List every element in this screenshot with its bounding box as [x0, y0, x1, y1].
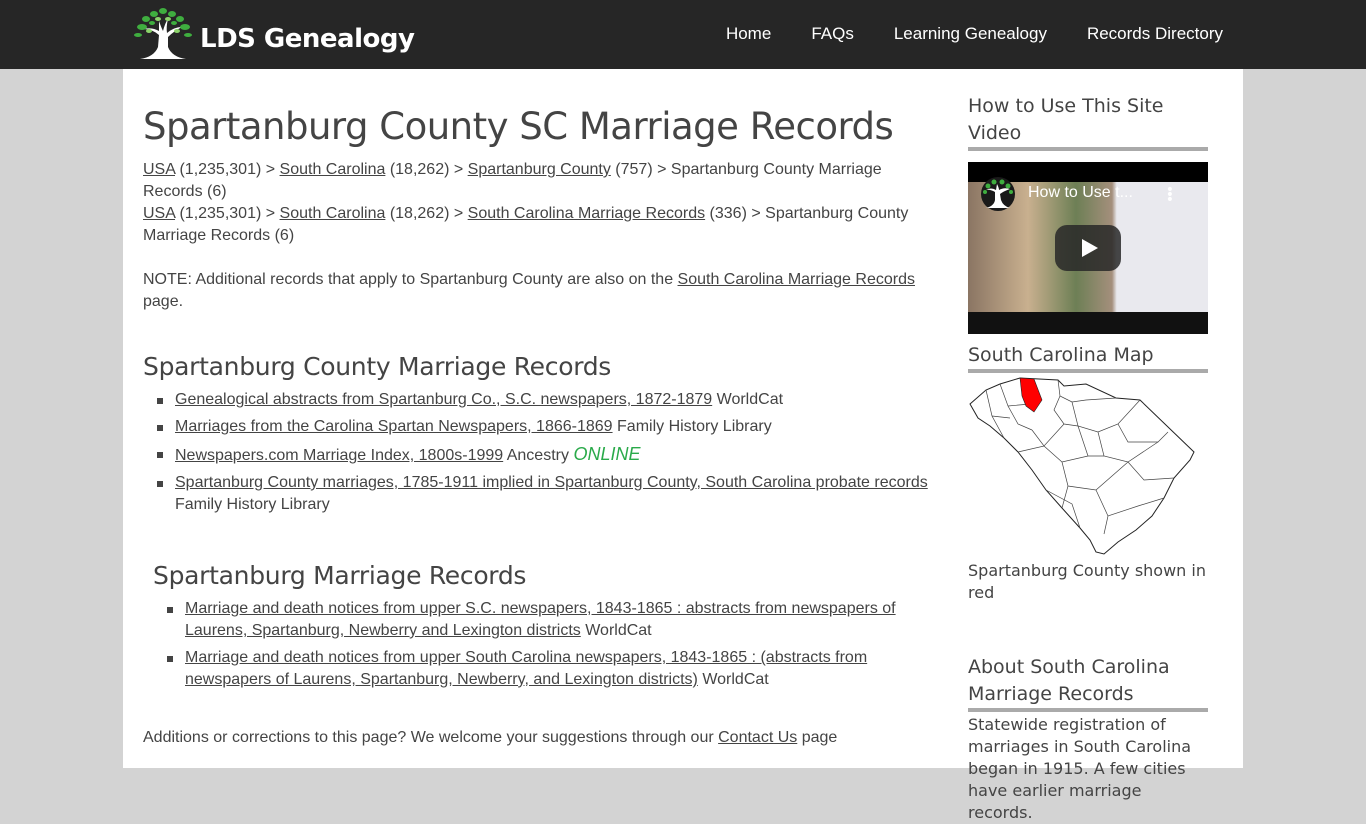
south-carolina-map: [969, 377, 1195, 555]
logo-text: LDS Genealogy: [200, 24, 415, 54]
list-item: Marriages from the Carolina Spartan News…: [143, 416, 943, 438]
note-suffix: page.: [143, 293, 184, 310]
map-caption: Spartanburg County shown in red: [968, 561, 1206, 602]
breadcrumb-link-usa[interactable]: USA: [143, 205, 175, 222]
online-badge: ONLINE: [573, 444, 641, 464]
record-source: Family History Library: [617, 418, 772, 435]
list-item: Newspapers.com Marriage Index, 1800s-199…: [143, 443, 943, 467]
state-outline: [969, 377, 1195, 555]
breadcrumb-link-usa[interactable]: USA: [143, 161, 175, 178]
record-source: WorldCat: [585, 622, 652, 639]
county-records-section: Spartanburg County Marriage Records Gene…: [143, 351, 943, 516]
record-source: WorldCat: [716, 391, 784, 408]
more-options-icon[interactable]: • • •: [1166, 183, 1174, 207]
list-item: Marriage and death notices from upper S.…: [153, 598, 943, 642]
breadcrumb-count: (18,262) >: [385, 205, 468, 222]
breadcrumb-link-south-carolina[interactable]: South Carolina: [280, 161, 386, 178]
page-title: Spartanburg County SC Marriage Records: [143, 105, 894, 148]
record-link[interactable]: Marriages from the Carolina Spartan News…: [175, 418, 613, 435]
city-records-section: Spartanburg Marriage Records Marriage an…: [153, 560, 943, 691]
record-list: Genealogical abstracts from Spartanburg …: [143, 389, 943, 516]
record-source: Ancestry: [506, 447, 569, 464]
breadcrumb-count: (1,235,301) >: [175, 161, 280, 178]
record-source: Family History Library: [175, 496, 330, 513]
video-player[interactable]: How to Use t... • • •: [968, 162, 1208, 334]
contact-suffix: page: [797, 729, 838, 746]
record-link[interactable]: Spartanburg County marriages, 1785-1911 …: [175, 474, 928, 491]
record-source: WorldCat: [702, 671, 769, 688]
nav-records-directory[interactable]: Records Directory: [1087, 24, 1223, 44]
video-title: How to Use t...: [1028, 184, 1133, 201]
page-container: Spartanburg County SC Marriage Records U…: [123, 69, 1243, 822]
breadcrumb-line: USA (1,235,301) > South Carolina (18,262…: [143, 159, 943, 203]
list-item: Spartanburg County marriages, 1785-1911 …: [143, 472, 943, 516]
nav-learning-genealogy[interactable]: Learning Genealogy: [894, 24, 1047, 44]
nav-faqs[interactable]: FAQs: [811, 24, 854, 44]
record-link[interactable]: Marriage and death notices from upper S.…: [185, 600, 896, 639]
map-heading: South Carolina Map: [968, 342, 1208, 373]
list-item: Marriage and death notices from upper So…: [153, 647, 943, 691]
record-link[interactable]: Genealogical abstracts from Spartanburg …: [175, 391, 712, 408]
channel-tree-icon: [981, 177, 1015, 211]
tree-icon: [134, 8, 192, 59]
breadcrumb-link-sc-marriage-records[interactable]: South Carolina Marriage Records: [468, 205, 705, 222]
note-prefix: NOTE: Additional records that apply to S…: [143, 271, 678, 288]
about-heading: About South Carolina Marriage Records: [968, 654, 1208, 712]
breadcrumb-count: (18,262) >: [385, 161, 468, 178]
breadcrumb: USA (1,235,301) > South Carolina (18,262…: [143, 159, 943, 247]
breadcrumb-count: (1,235,301) >: [175, 205, 280, 222]
about-section: About South Carolina Marriage Records St…: [968, 654, 1208, 824]
contact-note: Additions or corrections to this page? W…: [143, 727, 943, 749]
video-heading: How to Use This Site Video: [968, 93, 1208, 151]
site-logo[interactable]: LDS Genealogy: [132, 7, 415, 61]
about-text: Statewide registration of marriages in S…: [968, 715, 1192, 822]
list-item: Genealogical abstracts from Spartanburg …: [143, 389, 943, 411]
nav-home[interactable]: Home: [726, 24, 771, 44]
main-nav: Home FAQs Learning Genealogy Records Dir…: [686, 24, 1223, 44]
site-header: LDS Genealogy Home FAQs Learning Genealo…: [0, 0, 1366, 69]
contact-us-link[interactable]: Contact Us: [718, 729, 797, 746]
record-link[interactable]: Newspapers.com Marriage Index, 1800s-199…: [175, 447, 503, 464]
note-link[interactable]: South Carolina Marriage Records: [678, 271, 915, 288]
sidebar: How to Use This Site Video How to Use t.…: [968, 69, 1208, 824]
breadcrumb-link-south-carolina[interactable]: South Carolina: [280, 205, 386, 222]
breadcrumb-link-spartanburg-county[interactable]: Spartanburg County: [468, 161, 611, 178]
section-heading: Spartanburg County Marriage Records: [143, 352, 612, 381]
contact-prefix: Additions or corrections to this page? W…: [143, 729, 719, 746]
section-heading: Spartanburg Marriage Records: [153, 561, 527, 590]
main-content: Spartanburg County SC Marriage Records U…: [143, 69, 943, 749]
record-list: Marriage and death notices from upper S.…: [153, 598, 943, 691]
breadcrumb-line: USA (1,235,301) > South Carolina (18,262…: [143, 203, 943, 247]
note-text: NOTE: Additional records that apply to S…: [143, 269, 943, 313]
play-button-icon[interactable]: [1055, 225, 1121, 271]
